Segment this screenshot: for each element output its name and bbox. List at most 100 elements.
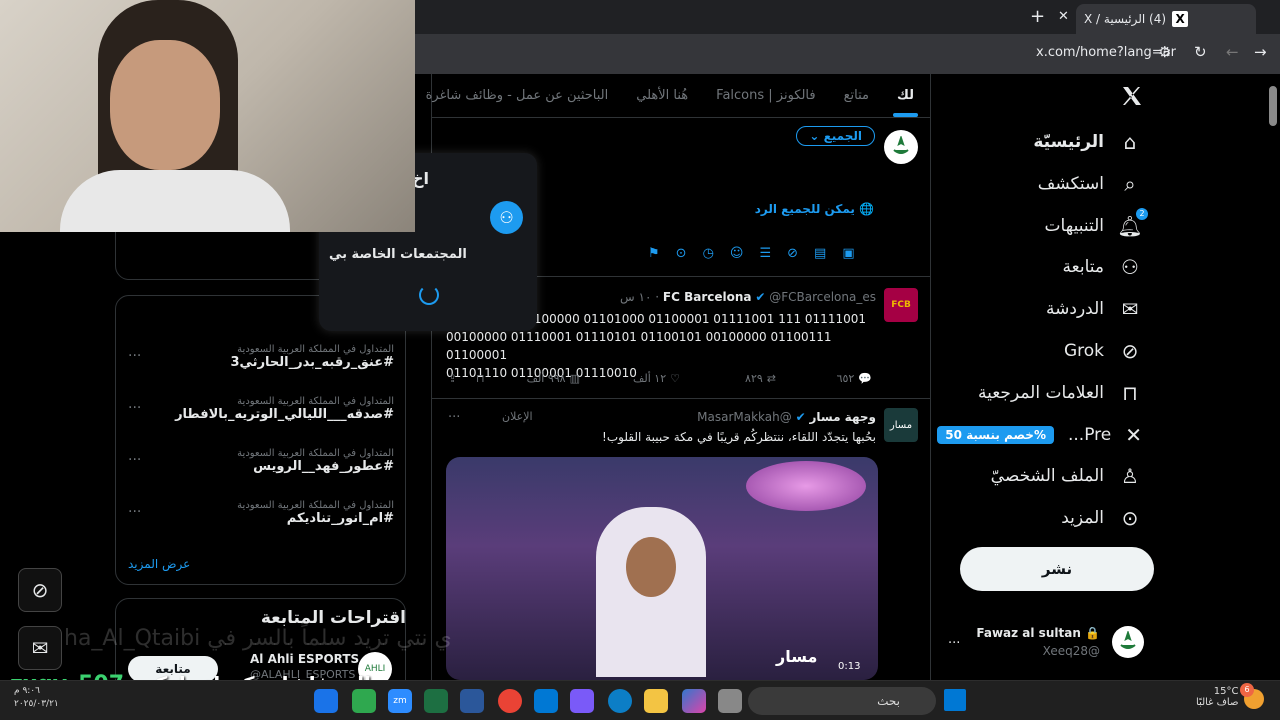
avatar <box>1112 626 1144 658</box>
grok-float-icon[interactable]: ⊘ <box>18 568 62 612</box>
word-icon[interactable] <box>460 689 484 713</box>
nav-label: استكشف <box>1037 173 1104 194</box>
schedule-icon[interactable]: ◷ <box>703 246 714 261</box>
ghost-caption: ha_Al_Qtaibi ي نتي تريد سلماً بالسر في <box>64 626 452 651</box>
home-icon: ⌂ <box>1123 130 1137 154</box>
excel-icon[interactable] <box>424 689 448 713</box>
nav-item-7[interactable]: ✕ Pre... %خصم بنسبة 50 <box>937 416 1280 454</box>
app-icon[interactable] <box>718 689 742 713</box>
folder-icon[interactable] <box>644 689 668 713</box>
account-name: 🔒 Fawaz al sultan <box>976 626 1100 640</box>
image-icon[interactable]: ▣ <box>842 246 854 261</box>
chrome-icon[interactable] <box>314 689 338 713</box>
share-icon[interactable]: ⇪ <box>448 372 457 385</box>
webcam-overlay <box>0 0 415 232</box>
new-tab-button[interactable]: + <box>1030 6 1045 27</box>
composer-avatar <box>884 130 918 164</box>
view-count[interactable]: ▥ ٩٩٨ ألف <box>527 372 580 385</box>
streamer-shirt <box>60 170 290 232</box>
weather-widget[interactable]: 15°C صاف غالبًا <box>1196 686 1238 708</box>
edge-icon[interactable] <box>608 689 632 713</box>
x-logo-icon: ✕ <box>1125 422 1142 447</box>
grok-icon[interactable]: ⊘ <box>787 246 798 261</box>
ad-video[interactable]: مسار 0:13 <box>446 457 878 680</box>
nav-item-5[interactable]: ⊘ Grok <box>950 332 1280 370</box>
trend-meta: المتداول في المملكة العربية السعودية <box>237 500 394 511</box>
app-icon[interactable] <box>352 689 376 713</box>
grok-icon: ⊘ <box>1121 339 1139 363</box>
zoom-icon[interactable]: zm <box>388 689 412 713</box>
emoji-icon[interactable]: ☺ <box>730 246 744 261</box>
author-name[interactable]: وجهة مسار <box>809 410 876 424</box>
more-icon[interactable]: ... <box>448 406 460 421</box>
account-switcher[interactable]: 🔒 Fawaz al sultan @Xeeq28 ... <box>948 622 1148 666</box>
follow-name[interactable]: Al Ahli ESPORTS <box>250 652 359 666</box>
community-icon: ⚇ <box>490 201 523 234</box>
reload-icon[interactable]: ↻ <box>1194 43 1207 61</box>
trend-hashtag: #عطور_فهد__الرويس <box>253 459 394 474</box>
trend-item[interactable]: المتداول في المملكة العربية السعودية #ام_… <box>128 500 394 526</box>
x-logo-icon[interactable] <box>1120 84 1144 108</box>
copilot-icon[interactable] <box>682 689 706 713</box>
chrome-icon[interactable] <box>498 689 522 713</box>
more-icon[interactable]: ... <box>948 632 960 647</box>
x-favicon-icon: X <box>1172 11 1189 27</box>
trend-item[interactable]: المتداول في المملكة العربية السعودية #عنق… <box>128 344 394 370</box>
taskbar-search[interactable]: بحث <box>748 687 936 715</box>
nav-label: متابعة <box>1062 257 1104 278</box>
mail-icon[interactable] <box>534 689 558 713</box>
show-more-link[interactable]: عرض المزيد <box>128 557 190 571</box>
tab-close-icon[interactable]: ✕ <box>1058 9 1069 24</box>
trend-meta: المتداول في المملكة العربية السعودية <box>237 344 394 355</box>
tab-for-you[interactable]: لك <box>893 88 918 117</box>
barcelona-avatar: FCB <box>884 288 918 322</box>
more-icon[interactable]: ... <box>128 500 141 516</box>
trend-hashtag: #ام_انور_تناديكم <box>286 511 394 526</box>
repost-count[interactable]: ⇄ ٨٢٩ <box>745 372 776 385</box>
tab-ahli[interactable]: هُنا الأهلي <box>636 88 688 103</box>
like-count[interactable]: ♡ ١٢ ألف <box>633 372 680 385</box>
nav-item-0[interactable]: ⌂ الرئيسيّة <box>950 123 1280 161</box>
reply-setting[interactable]: 🌐 يمكن للجميع الرد <box>755 202 874 216</box>
nav-item-4[interactable]: ✉ الدردشة <box>950 290 1280 328</box>
nav-item-6[interactable]: ⊓ العلامات المرجعية <box>950 374 1280 412</box>
back-icon[interactable]: → <box>1254 43 1267 61</box>
more-icon[interactable]: ... <box>128 344 141 360</box>
gif-icon[interactable]: ▤ <box>814 246 826 261</box>
location-icon[interactable]: ⊙ <box>676 246 687 261</box>
tab-list-1[interactable]: متاتع <box>844 88 869 103</box>
browser-tab[interactable]: X (4) الرئيسية / X <box>1076 4 1256 34</box>
windows-start-icon[interactable] <box>944 689 966 711</box>
post-button[interactable]: نشر <box>960 547 1154 591</box>
url-field[interactable]: x.com/home?lang=ar <box>1036 45 1176 60</box>
popup-title[interactable]: المجتمعات الخاصة بي <box>329 247 467 262</box>
trend-item[interactable]: المتداول في المملكة العربية السعودية #عطو… <box>128 448 394 474</box>
forward-icon[interactable]: ← <box>1226 43 1239 61</box>
nav-item-9[interactable]: ⊙ المزيد <box>950 499 1280 537</box>
follow-title: اقتراحات المتابعة <box>260 608 406 628</box>
nav-item-1[interactable]: ⌕ استكشف <box>950 165 1280 203</box>
more-icon[interactable]: ... <box>128 448 141 464</box>
audience-selector[interactable]: الجميع ⌄ <box>796 126 875 146</box>
page-scrollbar[interactable] <box>1269 86 1277 126</box>
nav-label: الرئيسيّة <box>1033 132 1104 152</box>
trend-meta: المتداول في المملكة العربية السعودية <box>237 396 394 407</box>
author-name[interactable]: FC Barcelona <box>663 290 752 304</box>
tab-jobs[interactable]: الباحثين عن عمل - وظائف شاغرة <box>426 88 609 103</box>
bookmark-icon: ⊓ <box>1122 380 1138 405</box>
trend-meta: المتداول في المملكة العربية السعودية <box>237 448 394 459</box>
more-icon[interactable]: ... <box>128 396 141 412</box>
nav-item-3[interactable]: ⚇ متابعة <box>950 248 1280 286</box>
reply-count[interactable]: 💬 ٦٥٢ <box>837 372 872 385</box>
nav-item-2[interactable]: 🔔︎ 2 التنبيهات <box>950 207 1280 245</box>
trends-panel <box>115 295 406 585</box>
message-float-icon[interactable]: ✉ <box>18 626 62 670</box>
poll-icon[interactable]: ☰ <box>759 246 771 261</box>
teams-icon[interactable] <box>570 689 594 713</box>
flag-icon[interactable]: ⚑ <box>648 246 660 261</box>
tab-falcons[interactable]: فالكونز | Falcons <box>716 88 815 103</box>
trend-item[interactable]: المتداول في المملكة العربية السعودية #صدق… <box>128 396 394 422</box>
site-settings-icon[interactable]: ⚙ <box>1158 43 1171 61</box>
nav-item-8[interactable]: ♙ الملف الشخصيّ <box>950 457 1280 495</box>
bookmark-icon[interactable]: ⊓ <box>476 372 485 385</box>
